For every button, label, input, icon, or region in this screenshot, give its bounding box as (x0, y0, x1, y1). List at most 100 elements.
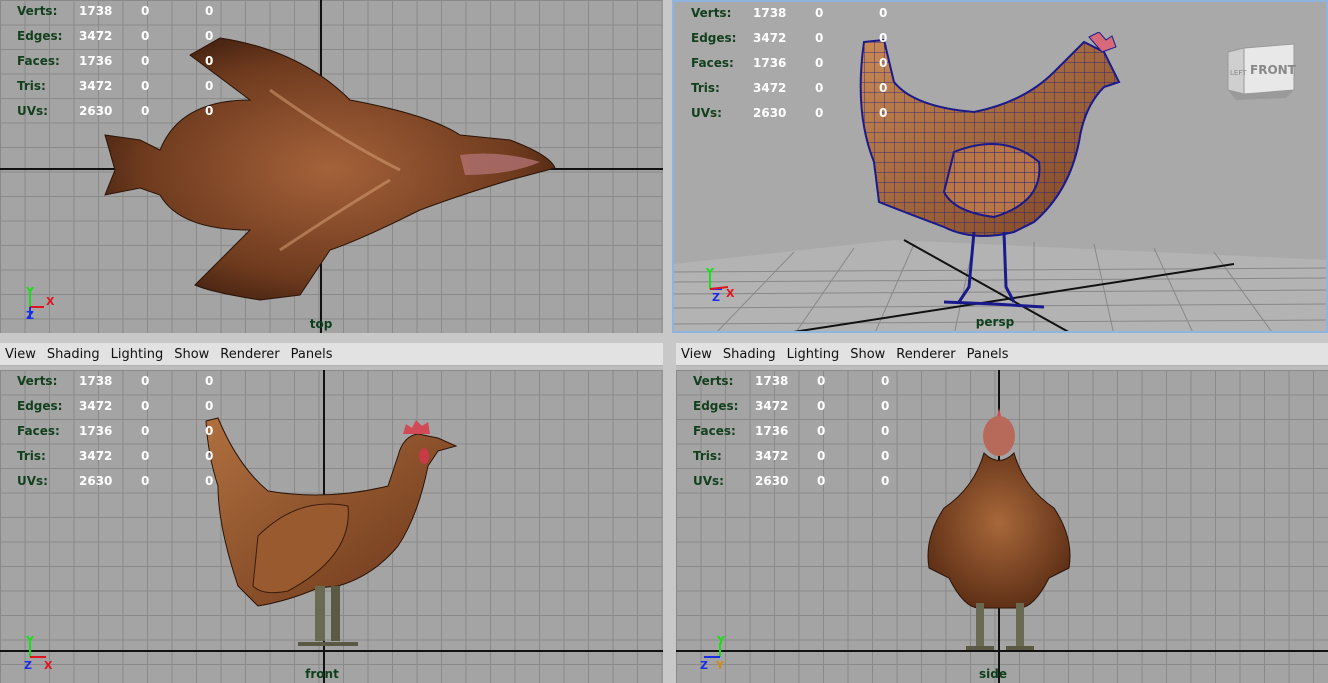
hud-value: 1738 (79, 374, 113, 388)
hud-tris-label: Tris: (693, 449, 722, 463)
triad-z-label: Z (26, 309, 34, 321)
hud-tris-label: Tris: (17, 449, 46, 463)
hud-value: 0 (817, 474, 826, 488)
hud-uvs-label: UVs: (17, 474, 48, 488)
hud-value: 1736 (79, 54, 113, 68)
hud-faces-label: Faces: (693, 424, 736, 438)
hud-value: 3472 (755, 449, 789, 463)
hud-value: 0 (205, 374, 214, 388)
menu-renderer[interactable]: Renderer (896, 347, 955, 362)
hud-tris-label: Tris: (17, 79, 46, 93)
chicken-model-persp-wireframe[interactable] (844, 32, 1134, 322)
menu-view[interactable]: View (681, 347, 712, 362)
hud-edges-label: Edges: (693, 399, 739, 413)
chicken-model-top-view[interactable] (100, 30, 560, 305)
menu-lighting[interactable]: Lighting (787, 347, 840, 362)
hud-value: 3472 (79, 399, 113, 413)
hud-value: 0 (205, 474, 214, 488)
menu-show[interactable]: Show (850, 347, 885, 362)
hud-faces-label: Faces: (691, 56, 734, 70)
hud-value: 1738 (753, 6, 787, 20)
hud-value: 0 (817, 424, 826, 438)
hud-tris-label: Tris: (691, 81, 720, 95)
viewport-front[interactable]: Verts: 1738 0 0 Edges: 3472 0 0 Faces: 1736 0 0 T… (0, 370, 663, 683)
hud-value: 3472 (79, 29, 113, 43)
triad-x-label: X (46, 295, 55, 308)
camera-label-persp: persp (975, 315, 1015, 329)
hud-value: 0 (141, 474, 150, 488)
hud-value: 0 (141, 104, 150, 118)
viewport-panel-persp[interactable]: Verts: 1738 0 0 Edges: 3472 0 0 Faces: 1736 0 0 T… (672, 0, 1328, 333)
chicken-model-front-view[interactable] (198, 406, 458, 656)
hud-value: 0 (815, 56, 824, 70)
hud-value: 0 (141, 29, 150, 43)
hud-value: 0 (817, 449, 826, 463)
menu-lighting[interactable]: Lighting (111, 347, 164, 362)
camera-label-top: top (309, 317, 333, 331)
triad-x-label: X (726, 287, 735, 300)
hud-value: 0 (205, 79, 214, 93)
hud-value: 2630 (79, 104, 113, 118)
hud-value: 2630 (755, 474, 789, 488)
axis-triad: Y Z Y (700, 635, 726, 671)
panel-menubar-front: View Shading Lighting Show Renderer Pane… (0, 343, 663, 366)
hud-value: 0 (205, 29, 214, 43)
menu-show[interactable]: Show (174, 347, 209, 362)
hud-value: 0 (881, 399, 890, 413)
hud-value: 3472 (79, 449, 113, 463)
hud-value: 3472 (79, 79, 113, 93)
triad-x-label: X (44, 659, 53, 671)
viewport-panel-side[interactable]: View Shading Lighting Show Renderer Pane… (676, 343, 1328, 683)
viewport-top[interactable]: Verts: 1738 0 0 Edges: 3472 0 0 Faces: 1736 0 0 T… (0, 0, 663, 333)
hud-value: 0 (141, 424, 150, 438)
hud-value: 0 (205, 4, 214, 18)
hud-value: 2630 (753, 106, 787, 120)
hud-value: 0 (205, 104, 214, 118)
axis-triad: Y X Z (25, 285, 55, 321)
menu-shading[interactable]: Shading (723, 347, 776, 362)
viewport-panel-front[interactable]: View Shading Lighting Show Renderer Pane… (0, 343, 663, 683)
hud-value: 0 (881, 474, 890, 488)
hud-faces-label: Faces: (17, 424, 60, 438)
viewport-persp[interactable]: Verts: 1738 0 0 Edges: 3472 0 0 Faces: 1736 0 0 T… (674, 2, 1326, 331)
hud-verts-label: Verts: (691, 6, 732, 20)
menu-panels[interactable]: Panels (291, 347, 333, 362)
viewport-side[interactable]: Verts: 1738 0 0 Edges: 3472 0 0 Faces: 1736 0 0 T… (676, 370, 1328, 683)
hud-value: 1738 (79, 4, 113, 18)
hud-uvs-label: UVs: (17, 104, 48, 118)
triad-y-label: Y (25, 635, 35, 647)
panel-menubar-side: View Shading Lighting Show Renderer Pane… (676, 343, 1328, 366)
hud-value: 3472 (755, 399, 789, 413)
triad-z-label: Z (700, 659, 708, 671)
triad-z-label: Z (712, 291, 720, 303)
menu-renderer[interactable]: Renderer (220, 347, 279, 362)
viewcube-front-label: FRONT (1250, 63, 1296, 77)
hud-value: 0 (815, 31, 824, 45)
triad-y-label: Y (25, 285, 35, 298)
triad-y-label: Y (705, 267, 715, 279)
triad-z-label: Z (24, 659, 32, 671)
hud-value: 0 (879, 6, 888, 20)
hud-value: 2630 (79, 474, 113, 488)
menu-shading[interactable]: Shading (47, 347, 100, 362)
viewcube-left-label: LEFT (1230, 69, 1247, 77)
camera-label-front: front (305, 667, 339, 681)
chicken-model-side-view[interactable] (924, 408, 1074, 658)
menu-view[interactable]: View (5, 347, 36, 362)
menu-panels[interactable]: Panels (967, 347, 1009, 362)
hud-uvs-label: UVs: (693, 474, 724, 488)
hud-value: 0 (205, 54, 214, 68)
hud-verts-label: Verts: (17, 4, 58, 18)
hud-edges-label: Edges: (17, 399, 63, 413)
axis-triad: Y Z X (705, 267, 735, 303)
view-cube[interactable]: LEFT FRONT (1226, 42, 1296, 102)
hud-verts-label: Verts: (693, 374, 734, 388)
hud-value: 0 (815, 106, 824, 120)
hud-edges-label: Edges: (17, 29, 63, 43)
hud-value: 0 (205, 449, 214, 463)
hud-value: 0 (879, 56, 888, 70)
hud-value: 0 (879, 106, 888, 120)
hud-value: 0 (141, 374, 150, 388)
triad-y-label: Y (716, 635, 726, 647)
viewport-panel-top[interactable]: Verts: 1738 0 0 Edges: 3472 0 0 Faces: 1736 0 0 T… (0, 0, 663, 333)
